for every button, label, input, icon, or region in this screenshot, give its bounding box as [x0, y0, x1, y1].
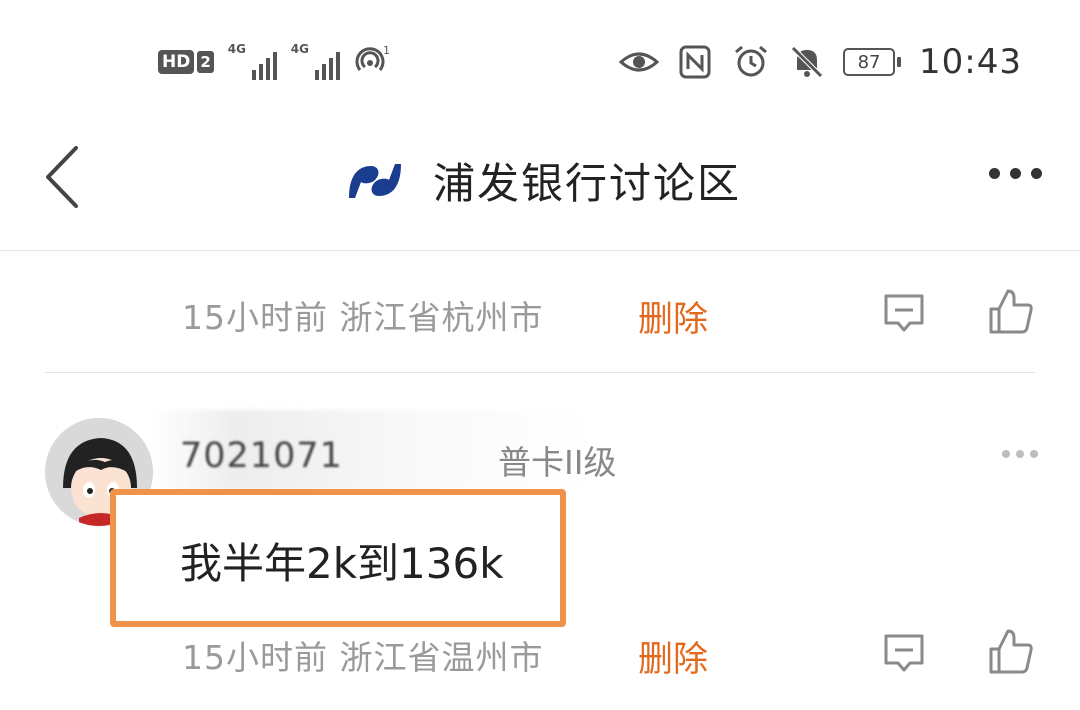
- delete-button[interactable]: 删除: [638, 631, 708, 682]
- signal-icon: 4G: [290, 42, 340, 80]
- signal-icon: 4G: [227, 42, 277, 80]
- nav-bar: 浦发银行讨论区: [0, 120, 1080, 251]
- clock: 10:43: [919, 42, 1022, 82]
- battery-icon: 87: [843, 48, 902, 76]
- nfc-icon: [679, 45, 711, 79]
- username[interactable]: 7021071: [180, 436, 343, 476]
- eye-icon: [619, 52, 660, 72]
- spdb-logo-icon: [349, 163, 401, 198]
- nav-title-group: 浦发银行讨论区: [345, 150, 741, 211]
- divider: [45, 372, 1035, 373]
- reply-icon[interactable]: [882, 631, 926, 675]
- status-bar: HD 2 4G 4G 1 87 10:43: [0, 0, 1080, 120]
- status-bar-left: HD 2 4G 4G 1: [158, 42, 390, 82]
- delete-button[interactable]: 删除: [638, 291, 708, 342]
- page-title: 浦发银行讨论区: [433, 159, 742, 208]
- sim-label: 2: [197, 51, 214, 73]
- signal-type-label: 4G: [290, 42, 309, 56]
- status-bar-right: 87 10:43: [619, 42, 1022, 82]
- hd-label: HD: [158, 50, 195, 74]
- hd-icon: HD 2: [158, 50, 214, 74]
- mute-icon: [791, 46, 823, 78]
- comment-more-icon[interactable]: [1002, 450, 1038, 458]
- reply-icon[interactable]: [882, 291, 926, 335]
- more-dots-icon[interactable]: [989, 168, 1042, 179]
- comment-meta-row: 15小时前 浙江省温州市 删除: [0, 625, 1080, 685]
- hotspot-count: 1: [383, 44, 390, 57]
- comment-text: 我半年2k到136k: [180, 539, 504, 588]
- user-level-badge: 普卡II级: [498, 443, 617, 482]
- comment-time-location: 15小时前 浙江省杭州市: [182, 298, 544, 337]
- signal-type-label: 4G: [227, 42, 246, 56]
- comment-meta-row: 15小时前 浙江省杭州市 删除: [0, 285, 1080, 345]
- thumbs-up-icon[interactable]: [988, 627, 1034, 675]
- hotspot-icon: 1: [355, 44, 390, 71]
- battery-level: 87: [843, 48, 896, 76]
- comment-time-location: 15小时前 浙江省温州市: [182, 638, 544, 677]
- alarm-icon: [735, 45, 767, 77]
- thumbs-up-icon[interactable]: [988, 287, 1034, 335]
- chevron-left-icon[interactable]: [38, 142, 88, 212]
